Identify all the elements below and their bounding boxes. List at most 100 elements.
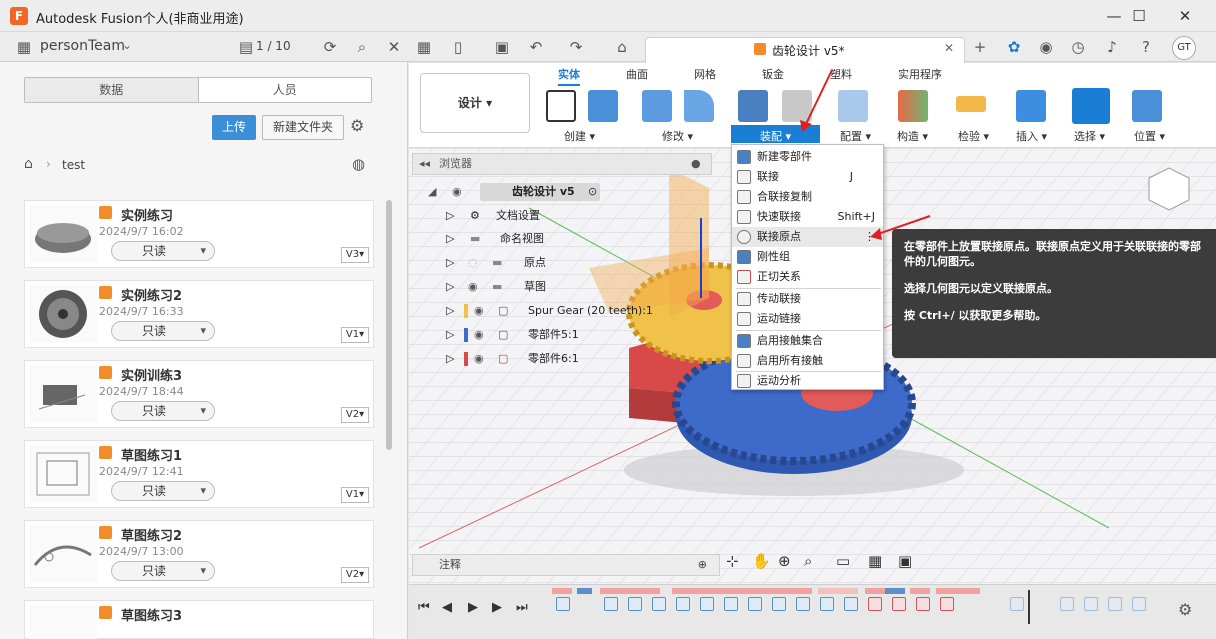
timeline-joint-icon[interactable] bbox=[916, 597, 930, 611]
group-select[interactable]: 选择 ▾ bbox=[1074, 128, 1105, 144]
timeline-end-icon[interactable]: ⏭ bbox=[516, 600, 528, 615]
maximize-button[interactable]: ☐ bbox=[1119, 4, 1159, 28]
new-component-icon[interactable] bbox=[738, 90, 768, 122]
upload-button[interactable]: 上传 bbox=[212, 115, 256, 140]
timeline-feature-icon[interactable] bbox=[1108, 597, 1122, 611]
fillet-icon[interactable] bbox=[684, 90, 714, 122]
tree-row[interactable]: ▷ ◉ ▬ 草图 bbox=[428, 276, 718, 298]
job-status-icon[interactable]: ◷ bbox=[1068, 37, 1088, 57]
grid-menu-icon[interactable]: ▦ bbox=[14, 37, 34, 57]
eye-icon[interactable]: ◉ bbox=[474, 324, 484, 346]
version-badge[interactable]: V3▾ bbox=[341, 247, 369, 263]
tab-mesh[interactable]: 网格 bbox=[694, 66, 716, 82]
tab-data[interactable]: 数据 bbox=[25, 78, 199, 102]
activate-icon[interactable]: ⊙ bbox=[588, 181, 597, 203]
timeline-feature-icon[interactable] bbox=[604, 597, 618, 611]
menu-item-motion-link[interactable]: 运动链接 bbox=[732, 309, 883, 329]
expand-icon[interactable]: ▷ bbox=[446, 228, 454, 250]
timeline-joint-icon[interactable] bbox=[940, 597, 954, 611]
app-grid-icon[interactable]: ▦ bbox=[414, 37, 434, 57]
menu-item-contact-sets[interactable]: 启用接触集合 bbox=[732, 331, 883, 351]
home-icon[interactable]: ⌂ bbox=[612, 37, 632, 57]
timeline-settings-gear-icon[interactable]: ⚙ bbox=[1178, 600, 1192, 619]
home-icon[interactable]: ⌂ bbox=[24, 156, 33, 172]
breadcrumb[interactable]: test bbox=[62, 158, 85, 172]
tree-row[interactable]: ▷ ◉ ▢ Spur Gear (20 teeth):1 bbox=[428, 300, 718, 322]
timeline-feature-icon[interactable] bbox=[724, 597, 738, 611]
timeline-feature-icon[interactable] bbox=[844, 597, 858, 611]
eye-icon[interactable]: ◉ bbox=[452, 181, 462, 203]
workspace-selector[interactable]: 设计 ▾ bbox=[420, 73, 530, 133]
press-pull-icon[interactable] bbox=[642, 90, 672, 122]
timeline[interactable] bbox=[409, 584, 1216, 639]
tree-row[interactable]: ▷ ▬ 命名视图 bbox=[428, 228, 718, 250]
access-dropdown[interactable]: 只读 bbox=[111, 561, 215, 581]
timeline-joint-icon[interactable] bbox=[868, 597, 882, 611]
grid-settings-icon[interactable]: ▦ bbox=[868, 552, 882, 570]
menu-item-all-contact[interactable]: 启用所有接触 bbox=[732, 351, 883, 371]
select-icon[interactable] bbox=[1072, 88, 1110, 124]
expand-icon[interactable]: ▷ bbox=[446, 276, 454, 298]
list-item[interactable]: 草图练习3 bbox=[24, 600, 374, 639]
search-icon[interactable]: ⌕ bbox=[352, 37, 372, 57]
minimize-panel-icon[interactable]: ● bbox=[691, 154, 701, 174]
eye-icon[interactable]: ◉ bbox=[468, 276, 478, 298]
list-item[interactable]: 实例练习2 2024/9/7 16:33 只读 V1▾ bbox=[24, 280, 374, 348]
list-item[interactable]: 实例训练3 2024/9/7 18:44 只读 V2▾ bbox=[24, 360, 374, 428]
insert-icon[interactable] bbox=[1016, 90, 1046, 122]
timeline-feature-icon[interactable] bbox=[796, 597, 810, 611]
tree-row[interactable]: ▷ ◉ ▢ 零部件5:1 bbox=[428, 324, 718, 346]
expand-icon[interactable]: ▷ bbox=[446, 205, 454, 227]
timeline-feature-icon[interactable] bbox=[1132, 597, 1146, 611]
version-badge[interactable]: V1▾ bbox=[341, 487, 369, 503]
access-dropdown[interactable]: 只读 bbox=[111, 401, 215, 421]
extrude-icon[interactable] bbox=[588, 90, 618, 122]
version-badge[interactable]: V2▾ bbox=[341, 407, 369, 423]
undo-icon[interactable]: ↶ bbox=[526, 37, 546, 57]
viewports-icon[interactable]: ▣ bbox=[898, 552, 912, 570]
extensions-icon[interactable]: ✿ bbox=[1004, 37, 1024, 57]
globe-icon[interactable]: ◍ bbox=[352, 155, 365, 173]
timeline-feature-icon[interactable] bbox=[1010, 597, 1024, 611]
timeline-start-icon[interactable]: ⏮ bbox=[418, 600, 430, 615]
new-folder-button[interactable]: 新建文件夹 bbox=[262, 115, 344, 140]
team-selector[interactable]: personTeam bbox=[40, 38, 125, 54]
browser-panel-header[interactable]: ◂◂ 浏览器 ● bbox=[412, 153, 712, 175]
group-create[interactable]: 创建 ▾ bbox=[564, 128, 595, 144]
timeline-joint-icon[interactable] bbox=[892, 597, 906, 611]
timeline-feature-icon[interactable] bbox=[1084, 597, 1098, 611]
save-icon[interactable]: ▣ bbox=[492, 37, 512, 57]
tree-root[interactable]: ◢ ◉ 齿轮设计 v5 ⊙ bbox=[428, 181, 718, 203]
position-icon[interactable] bbox=[1132, 90, 1162, 122]
expand-icon[interactable]: ▷ bbox=[446, 252, 454, 274]
collapse-icon[interactable]: ◂◂ bbox=[419, 154, 430, 174]
timeline-back-icon[interactable]: ◀ bbox=[442, 600, 452, 615]
tab-people[interactable]: 人员 bbox=[199, 78, 372, 102]
zoom-window-icon[interactable]: ⌕ bbox=[804, 552, 812, 570]
timeline-feature-icon[interactable] bbox=[556, 597, 570, 611]
file-icon[interactable]: ▯ bbox=[448, 37, 468, 57]
timeline-feature-icon[interactable] bbox=[652, 597, 666, 611]
new-tab-icon[interactable]: + bbox=[970, 37, 990, 57]
gear-icon[interactable]: ⚙ bbox=[350, 116, 364, 135]
eye-hidden-icon[interactable]: ◌ bbox=[468, 252, 478, 274]
refresh-icon[interactable]: ⟳ bbox=[320, 37, 340, 57]
group-modify[interactable]: 修改 ▾ bbox=[662, 128, 693, 144]
access-dropdown[interactable]: 只读 bbox=[111, 321, 215, 341]
orbit-icon[interactable]: ⊹ bbox=[726, 552, 739, 570]
online-status-icon[interactable]: ◉ bbox=[1036, 37, 1056, 57]
create-sketch-icon[interactable] bbox=[546, 90, 576, 122]
expand-icon[interactable]: ▷ bbox=[446, 300, 454, 322]
display-settings-icon[interactable]: ▭ bbox=[836, 552, 850, 570]
close-button[interactable]: ✕ bbox=[1165, 4, 1205, 28]
scrollbar[interactable] bbox=[386, 200, 392, 450]
group-inspect[interactable]: 检验 ▾ bbox=[958, 128, 989, 144]
timeline-forward-icon[interactable]: ▶ bbox=[492, 600, 502, 615]
access-dropdown[interactable]: 只读 bbox=[111, 241, 215, 261]
timeline-feature-icon[interactable] bbox=[772, 597, 786, 611]
tree-row[interactable]: ▷ ⚙ 文档设置 bbox=[428, 205, 718, 227]
menu-item-motion-study[interactable]: 运动分析 bbox=[732, 371, 883, 391]
expand-icon[interactable]: ◢ bbox=[428, 181, 436, 203]
timeline-marker[interactable] bbox=[1028, 590, 1030, 624]
expand-icon[interactable]: ▷ bbox=[446, 324, 454, 346]
